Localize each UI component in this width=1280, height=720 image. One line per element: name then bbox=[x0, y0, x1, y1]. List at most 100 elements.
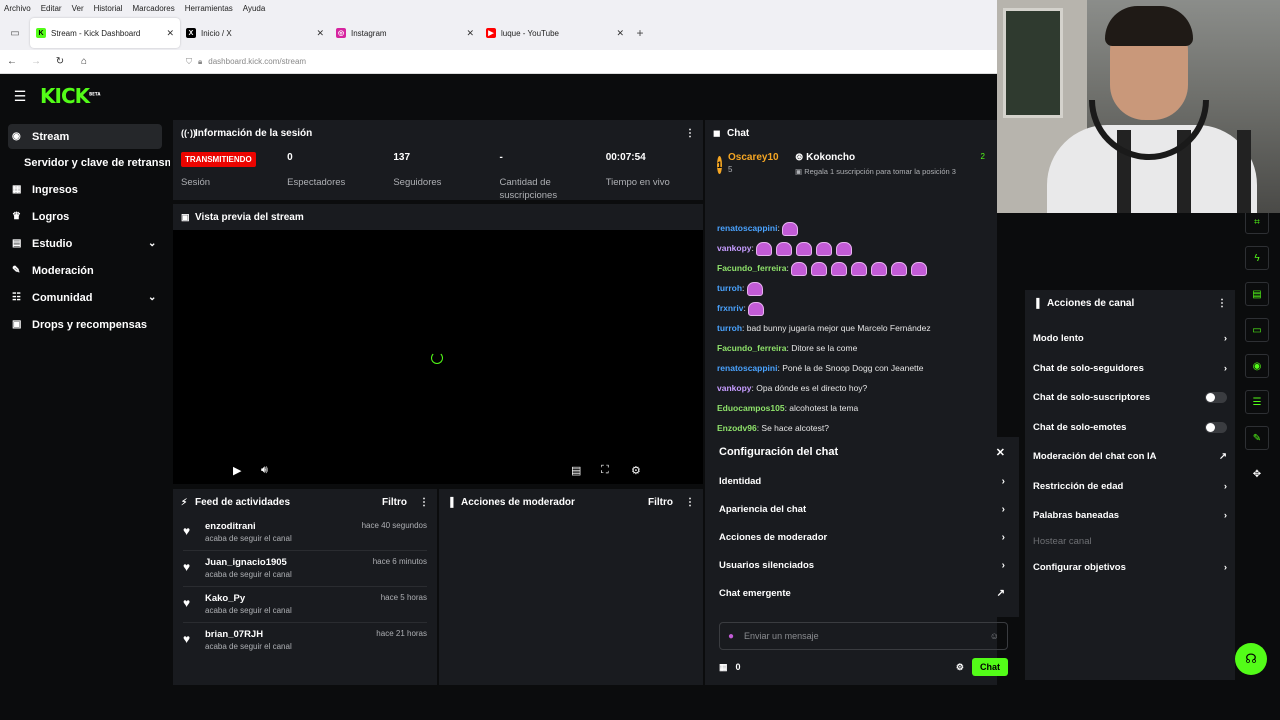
forward-icon[interactable]: → bbox=[24, 56, 48, 67]
reload-icon[interactable]: ↻ bbox=[48, 56, 72, 67]
stream-icon: ◉ bbox=[12, 131, 21, 142]
bolt-icon[interactable]: ϟ bbox=[1245, 246, 1269, 270]
close-tab-icon[interactable]: ✕ bbox=[616, 28, 624, 39]
chat-username[interactable]: renatoscappini bbox=[717, 223, 777, 233]
wrench-icon[interactable]: ✎ bbox=[1245, 426, 1269, 450]
action-modo-lento[interactable]: Modo lento › bbox=[1025, 324, 1235, 354]
tab-instagram[interactable]: ◎ Instagram ✕ bbox=[330, 18, 480, 48]
chat-text: Ditore se la come bbox=[791, 343, 858, 353]
close-tab-icon[interactable]: ✕ bbox=[466, 28, 474, 39]
microphone-icon[interactable]: ● bbox=[728, 631, 734, 642]
toggle-switch[interactable] bbox=[1205, 392, 1227, 404]
chat-username[interactable]: Enzodv96 bbox=[717, 423, 757, 433]
sidebar-item-ingresos[interactable]: ▦ Ingresos bbox=[0, 176, 170, 203]
layout-icon[interactable]: ☰ bbox=[1245, 390, 1269, 414]
fullscreen-icon[interactable]: ⛶ bbox=[601, 464, 609, 477]
play-icon[interactable]: ▶ bbox=[233, 464, 241, 477]
chat-settings-gear-icon[interactable]: ⚙ bbox=[956, 662, 964, 673]
config-item-apariencia[interactable]: Apariencia del chat › bbox=[705, 495, 1019, 523]
action-palabras-baneadas[interactable]: Palabras baneadas › bbox=[1025, 501, 1235, 531]
tab-youtube[interactable]: ▶ luque - YouTube ✕ bbox=[480, 18, 630, 48]
scan-icon[interactable]: ⌗ bbox=[1245, 210, 1269, 234]
menu-herramientas[interactable]: Herramientas bbox=[185, 4, 233, 13]
chat-username[interactable]: Facundo_ferreira bbox=[717, 343, 786, 353]
revenue-icon: ▦ bbox=[12, 184, 22, 195]
puzzle-icon[interactable]: ✥ bbox=[1245, 462, 1269, 486]
activity-user[interactable]: enzoditrani bbox=[205, 521, 362, 532]
more-options-icon[interactable]: ⋮ bbox=[685, 128, 695, 139]
activity-desc: acaba de seguir el canal bbox=[205, 642, 292, 651]
gift-user[interactable]: ⊛ Kokoncho ▣ Regala 1 suscripción para t… bbox=[795, 152, 956, 192]
config-item-silenciados[interactable]: Usuarios silenciados › bbox=[705, 551, 1019, 579]
chat-username[interactable]: vankopy bbox=[717, 243, 752, 253]
help-chat-fab-icon[interactable]: ☊ bbox=[1235, 643, 1267, 675]
new-tab-icon[interactable]: + bbox=[630, 26, 650, 40]
chat-username[interactable]: renatoscappini bbox=[717, 363, 777, 373]
theater-mode-icon[interactable]: ▤ bbox=[571, 464, 581, 477]
action-label: Configurar objetivos bbox=[1033, 561, 1126, 573]
chat-username[interactable]: Facundo_ferreira bbox=[717, 263, 786, 273]
chat-icon[interactable]: ▭ bbox=[1245, 318, 1269, 342]
emote-icon[interactable]: ☺ bbox=[990, 631, 999, 641]
menu-icon[interactable]: ☰ bbox=[0, 88, 40, 105]
settings-gear-icon[interactable]: ⚙ bbox=[631, 464, 641, 477]
close-tab-icon[interactable]: ✕ bbox=[166, 28, 174, 39]
more-options-icon[interactable]: ⋮ bbox=[685, 497, 695, 508]
more-options-icon[interactable]: ⋮ bbox=[1217, 298, 1227, 309]
stat-value: 137 bbox=[393, 152, 411, 163]
menu-historial[interactable]: Historial bbox=[94, 4, 123, 13]
activity-time: hace 40 segundos bbox=[361, 521, 427, 530]
config-item-identidad[interactable]: Identidad › bbox=[705, 467, 1019, 495]
action-solo-seguidores[interactable]: Chat de solo-seguidores › bbox=[1025, 354, 1235, 384]
chevron-down-icon[interactable]: ⌄ bbox=[148, 238, 170, 249]
chat-username[interactable]: turroh bbox=[717, 283, 742, 293]
chat-username[interactable]: Eduocampos105 bbox=[717, 403, 785, 413]
sidebar-item-comunidad[interactable]: ☷ Comunidad ⌄ bbox=[0, 284, 170, 311]
activity-user[interactable]: Kako_Py bbox=[205, 593, 381, 604]
menu-editar[interactable]: Editar bbox=[41, 4, 62, 13]
send-chat-button[interactable]: Chat bbox=[972, 658, 1008, 676]
sidebar-item-moderacion[interactable]: ✎ Moderación bbox=[0, 257, 170, 284]
sidebar-subitem-server-key[interactable]: Servidor y clave de retransmisión bbox=[0, 149, 170, 176]
kick-logo[interactable]: KICKBETA bbox=[40, 84, 100, 108]
document-icon[interactable]: ▤ bbox=[1245, 282, 1269, 306]
more-options-icon[interactable]: ⋮ bbox=[419, 497, 429, 508]
close-icon[interactable]: ✕ bbox=[996, 446, 1005, 459]
tab-x[interactable]: X Inicio / X ✕ bbox=[180, 18, 330, 48]
back-icon[interactable]: ← bbox=[0, 56, 24, 67]
menu-archivo[interactable]: Archivo bbox=[4, 4, 31, 13]
filter-button[interactable]: Filtro bbox=[382, 497, 407, 508]
menu-ayuda[interactable]: Ayuda bbox=[243, 4, 266, 13]
action-restriccion-edad[interactable]: Restricción de edad › bbox=[1025, 472, 1235, 502]
chat-footer: ▦ 0 ⚙ Chat bbox=[719, 656, 1008, 678]
tab-list-icon[interactable]: ▭ bbox=[0, 28, 30, 39]
toggle-switch[interactable] bbox=[1205, 421, 1227, 433]
chat-username[interactable]: turroh bbox=[717, 323, 742, 333]
broadcast-icon[interactable]: ◉ bbox=[1245, 354, 1269, 378]
volume-icon[interactable]: 🔊︎ bbox=[261, 464, 268, 477]
chevron-down-icon[interactable]: ⌄ bbox=[148, 292, 170, 303]
action-configurar-objetivos[interactable]: Configurar objetivos › bbox=[1025, 553, 1235, 583]
video-player[interactable]: ▶ 🔊︎ ▤ ⛶ ⚙ bbox=[173, 230, 703, 484]
sidebar-item-stream[interactable]: ◉ Stream bbox=[8, 124, 162, 149]
close-tab-icon[interactable]: ✕ bbox=[316, 28, 324, 39]
home-icon[interactable]: ⌂ bbox=[72, 56, 96, 67]
action-moderacion-ia[interactable]: Moderación del chat con IA ↗ bbox=[1025, 442, 1235, 472]
tab-kick-dashboard[interactable]: K Stream - Kick Dashboard ✕ bbox=[30, 18, 180, 48]
sidebar-item-estudio[interactable]: ▤ Estudio ⌄ bbox=[0, 230, 170, 257]
activity-user[interactable]: Juan_ignacio1905 bbox=[205, 557, 373, 568]
sidebar-item-logros[interactable]: ♛ Logros bbox=[0, 203, 170, 230]
menu-marcadores[interactable]: Marcadores bbox=[133, 4, 175, 13]
top-gifter[interactable]: 1 Oscarey10 5 bbox=[717, 152, 779, 192]
filter-button[interactable]: Filtro bbox=[648, 497, 673, 508]
points-icon[interactable]: ▦ bbox=[719, 662, 728, 673]
chat-input[interactable]: ● Enviar un mensaje ☺ bbox=[719, 622, 1008, 650]
chat-username[interactable]: vankopy bbox=[717, 383, 752, 393]
chat-username[interactable]: frxnriv bbox=[717, 303, 743, 313]
config-item-emergente[interactable]: Chat emergente ↗ bbox=[705, 579, 1019, 607]
config-item-acciones[interactable]: Acciones de moderador › bbox=[705, 523, 1019, 551]
activity-user[interactable]: brian_07RJH bbox=[205, 629, 376, 640]
sidebar-item-drops[interactable]: ▣ Drops y recompensas bbox=[0, 311, 170, 338]
address-bar[interactable]: ⛉ 🔒︎ dashboard.kick.com/stream bbox=[186, 57, 306, 67]
menu-ver[interactable]: Ver bbox=[72, 4, 84, 13]
